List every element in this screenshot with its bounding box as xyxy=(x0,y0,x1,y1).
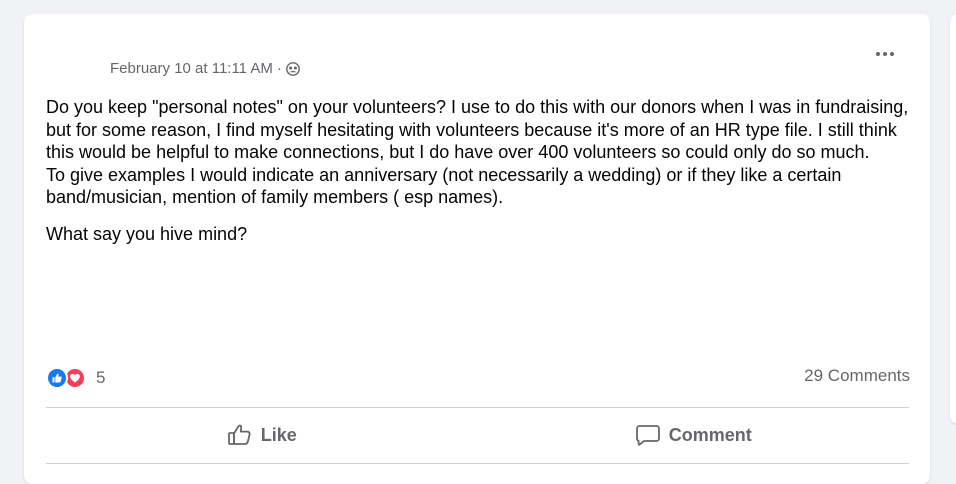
post-text: Do you keep "personal notes" on your vol… xyxy=(46,96,918,245)
comments-count-link[interactable]: 29 Comments xyxy=(804,366,910,386)
divider xyxy=(46,407,909,408)
post-paragraph: Do you keep "personal notes" on your vol… xyxy=(46,97,909,162)
adjacent-panel xyxy=(950,14,956,424)
post-action-bar: Like Comment xyxy=(46,410,909,460)
like-reaction-icon xyxy=(46,367,68,389)
post-card: February 10 at 11:11 AM · Do you keep "p… xyxy=(24,14,930,484)
comment-bubble-icon xyxy=(635,423,661,447)
reaction-count: 5 xyxy=(96,368,106,387)
members-group-icon[interactable] xyxy=(285,61,300,76)
comment-label: Comment xyxy=(668,424,752,445)
post-timestamp[interactable]: February 10 at 11:11 AM xyxy=(110,60,273,77)
meta-separator: · xyxy=(276,59,282,77)
post-header-meta: February 10 at 11:11 AM · xyxy=(110,59,300,77)
thumbs-up-icon xyxy=(227,423,253,447)
post-paragraph: To give examples I would indicate an ann… xyxy=(46,164,842,208)
like-button[interactable]: Like xyxy=(46,410,478,460)
comment-button[interactable]: Comment xyxy=(478,410,910,460)
like-label: Like xyxy=(260,424,297,445)
post-paragraph: What say you hive mind? xyxy=(46,223,248,244)
reactions-summary[interactable]: 5 xyxy=(46,365,105,391)
more-options-icon[interactable] xyxy=(870,42,900,66)
